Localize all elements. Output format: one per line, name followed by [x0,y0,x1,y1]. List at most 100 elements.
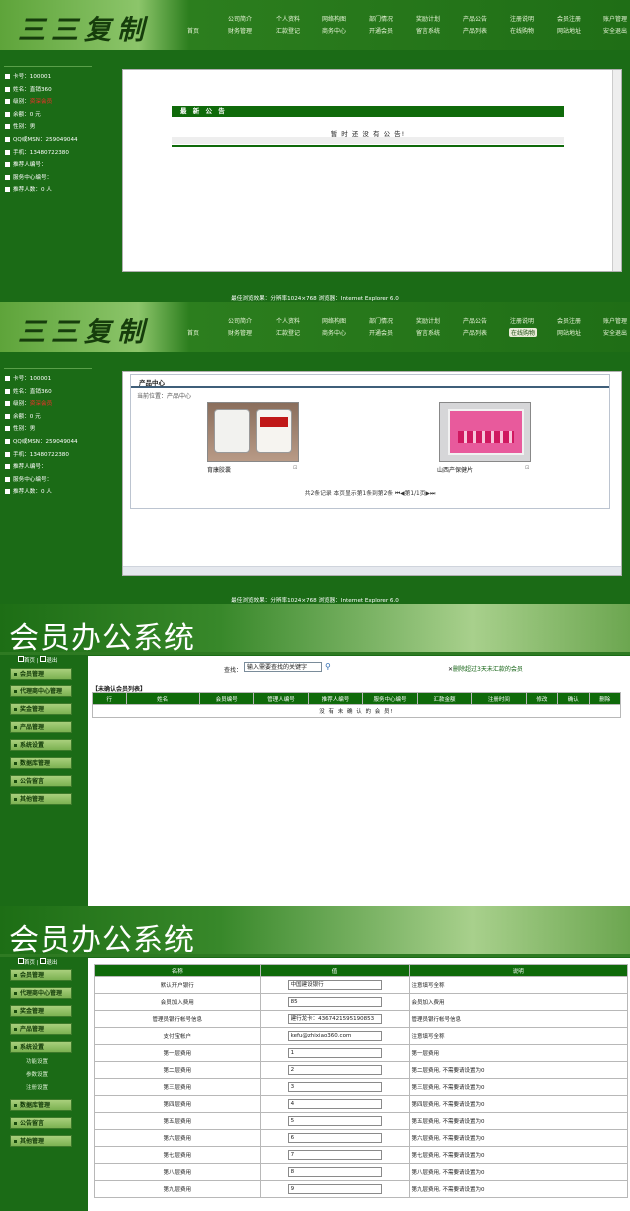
table-header-row: 行 姓名 会员编号 管理人编号 推荐人编号 服务中心编号 汇款金额 注册时间 修… [92,692,621,705]
product-name-1[interactable]: 育康胶囊 [207,465,231,474]
nav-message[interactable]: 留言系统 [416,328,440,337]
menu-database[interactable]: 数据库管理 [10,1099,72,1111]
nav-department[interactable]: 部门情况 [369,316,393,325]
setting-desc: 第八层费用, 不需要请设置为0 [408,1163,628,1181]
setting-value-cell: 7 [259,1146,410,1164]
menu-products[interactable]: 产品管理 [10,721,72,733]
search-icon[interactable]: ⚲ [325,662,331,671]
nav-network[interactable]: 网络构图 [322,316,346,325]
nav-register-help[interactable]: 注册说明 [510,316,534,325]
nav-remit[interactable]: 汇款登记 [276,328,300,337]
nav-reward[interactable]: 奖励计划 [416,316,440,325]
setting-value-input[interactable]: 3 [287,1082,382,1092]
nav-company[interactable]: 公司简介 [228,316,252,325]
setting-value-input[interactable]: 2 [287,1065,382,1075]
nav-shop[interactable]: 在线购物 [509,328,538,337]
breadcrumb: 当前位置：产品中心 [137,393,192,400]
menu-database[interactable]: 数据库管理 [10,757,72,769]
nav-logout[interactable]: 安全退出 [603,26,627,35]
col-manager-id: 管理人编号 [253,692,309,705]
setting-value-input[interactable]: 1 [287,1048,382,1058]
submenu-parameter-settings[interactable]: 参数设置 [26,1070,48,1078]
nav-logout[interactable]: 安全退出 [603,328,627,337]
setting-value-input[interactable]: 9 [287,1184,382,1194]
nav-reward[interactable]: 奖励计划 [416,14,440,23]
setting-value-input[interactable]: 5 [287,1116,382,1126]
nav-product-notice[interactable]: 产品公告 [463,14,487,23]
menu-agent-center[interactable]: 代理商中心管理 [10,987,72,999]
nav-member-register[interactable]: 会员注册 [557,316,581,325]
setting-value-input[interactable]: 85 [287,997,382,1007]
horizontal-scrollbar[interactable] [123,566,621,575]
menu-system-settings[interactable]: 系统设置 [10,739,72,751]
member-balance: 余额：0 元 [13,413,41,420]
menu-bonus[interactable]: 奖金管理 [10,703,72,715]
divider [4,368,92,369]
nav-profile[interactable]: 个人资料 [276,14,300,23]
submenu-register-settings[interactable]: 注册设置 [26,1083,48,1091]
setting-desc: 第二层费用, 不需要请设置为0 [408,1061,628,1079]
nav-site-url[interactable]: 网站地址 [557,328,581,337]
product-image-1[interactable] [207,402,299,462]
menu-other[interactable]: 其他管理 [10,793,72,805]
nav-department[interactable]: 部门情况 [369,14,393,23]
setting-value-input[interactable]: 7 [287,1150,382,1160]
pagination[interactable]: 共2条记录 本页显示第1条到第2条 ⏮◀第1/1页▶⏭ [131,488,609,498]
setting-value-input[interactable]: 建行龙卡：4367421595190853 [287,1014,382,1024]
nav-home[interactable]: 首页 [187,26,199,35]
setting-value-input[interactable]: 中国建设银行 [287,980,382,990]
col-referrer-id: 推荐人编号 [307,692,364,705]
setting-value-cell: 建行龙卡：4367421595190853 [259,1010,410,1028]
col-delete: 删除 [588,692,621,705]
product-image-2[interactable] [439,402,531,462]
admin-home-link[interactable]: 首页 | 退出 [18,656,57,664]
setting-value-cell: 中国建设银行 [259,976,410,994]
delete-unpaid-link[interactable]: ✕删除超过3天未汇款的会员 [448,664,523,673]
nav-company[interactable]: 公司简介 [228,14,252,23]
setting-value-input[interactable]: kefu@zhixiao360.com [287,1031,382,1041]
menu-system-settings[interactable]: 系统设置 [10,1041,72,1053]
nav-finance[interactable]: 财务管理 [228,26,252,35]
col-member-id: 会员编号 [198,692,255,705]
nav-profile[interactable]: 个人资料 [276,316,300,325]
menu-agent-center[interactable]: 代理商中心管理 [10,685,72,697]
menu-member-management[interactable]: 会员管理 [10,668,72,680]
menu-announcements[interactable]: 公告留言 [10,775,72,787]
nav-message[interactable]: 留言系统 [416,26,440,35]
admin-home-link[interactable]: 首页 | 退出 [18,958,57,966]
nav-network[interactable]: 网络构图 [322,14,346,23]
nav-product-list[interactable]: 产品列表 [463,328,487,337]
nav-remit[interactable]: 汇款登记 [276,26,300,35]
nav-product-list[interactable]: 产品列表 [463,26,487,35]
search-input[interactable]: 输入需要查找的关键字 [244,662,322,672]
nav-product-notice[interactable]: 产品公告 [463,316,487,325]
setting-value-input[interactable]: 8 [287,1167,382,1177]
nav-account[interactable]: 账户管理 [603,316,627,325]
nav-business[interactable]: 商务中心 [322,26,346,35]
nav-member-register[interactable]: 会员注册 [557,14,581,23]
nav-shop[interactable]: 在线购物 [510,26,534,35]
menu-bonus[interactable]: 奖金管理 [10,1005,72,1017]
zoom-icon[interactable]: ⊡ [525,465,529,471]
submenu-function-settings[interactable]: 功能设置 [26,1057,48,1065]
nav-business[interactable]: 商务中心 [322,328,346,337]
menu-member-management[interactable]: 会员管理 [10,969,72,981]
menu-products[interactable]: 产品管理 [10,1023,72,1035]
nav-open-member[interactable]: 开通会员 [369,328,393,337]
setting-value-input[interactable]: 4 [287,1099,382,1109]
nav-site-url[interactable]: 网站地址 [557,26,581,35]
nav-open-member[interactable]: 开通会员 [369,26,393,35]
nav-finance[interactable]: 财务管理 [228,328,252,337]
menu-announcements[interactable]: 公告留言 [10,1117,72,1129]
nav-home[interactable]: 首页 [187,328,199,337]
top-header: 三三复制 公司简介 个人资料 网络构图 部门情况 奖励计划 产品公告 注册说明 … [0,302,630,352]
setting-value-input[interactable]: 6 [287,1133,382,1143]
table-row: 第四层费用 4 第四层费用, 不需要请设置为0 [94,1095,628,1113]
product-name-2[interactable]: 山西产保健片 [437,465,473,474]
nav-account[interactable]: 账户管理 [603,14,627,23]
zoom-icon[interactable]: ⊡ [293,465,297,471]
vertical-scrollbar[interactable] [612,70,621,271]
setting-desc: 第九层费用, 不需要请设置为0 [408,1180,628,1198]
nav-register-help[interactable]: 注册说明 [510,14,534,23]
menu-other[interactable]: 其他管理 [10,1135,72,1147]
